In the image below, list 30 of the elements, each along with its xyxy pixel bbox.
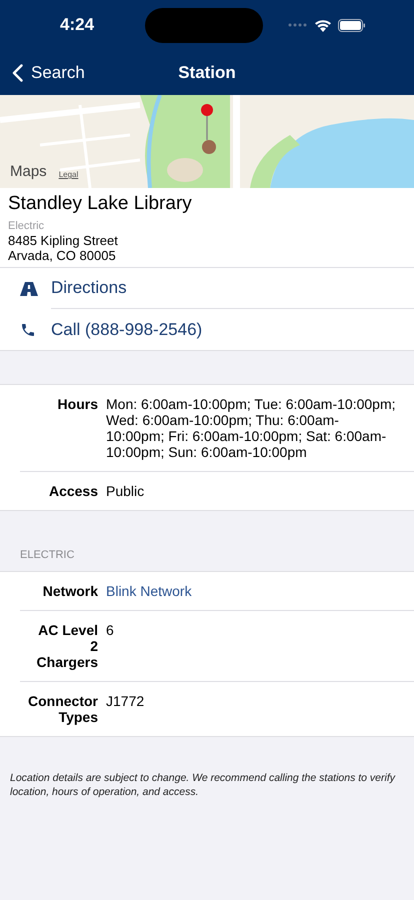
address-line: Arvada, CO 80005 [8, 248, 117, 263]
maps-logo: Maps [10, 164, 47, 180]
wifi-icon [314, 18, 332, 32]
back-button[interactable]: Search [12, 60, 85, 86]
detail-value: 6 [106, 622, 114, 640]
detail-label: AC Level 2 Chargers [36, 622, 98, 670]
map-view[interactable]: Maps Legal [0, 95, 414, 188]
battery-icon [338, 18, 366, 32]
legal-link[interactable]: Legal [58, 170, 78, 180]
address-line: 8485 Kipling Street [8, 233, 119, 248]
signal-icon [288, 23, 308, 27]
detail-label: Network [42, 582, 98, 598]
detail-label: Hours [56, 396, 98, 414]
phone-icon [20, 322, 36, 338]
detail-value: Mon: 6:00am-10:00pm; Tue: 6:00am-10:00pm; Wed: 6:00am-10:00pm; Thu: 6:00am-10:00pm; Fri: 6:00am-10:00pm; Sat: 6:00am-10:00pm; Sun: 6:00am-10:00pm [106, 396, 396, 460]
detail-label: Connector Types [28, 692, 98, 724]
station-name: Standley Lake Library [8, 192, 193, 216]
road-icon [20, 282, 38, 296]
chevron-left-icon [12, 64, 23, 82]
section-header: ELECTRIC [19, 548, 76, 563]
station-type: Electric [8, 219, 46, 233]
detail-value: Public [106, 483, 144, 499]
disclaimer-text: Location details are subject to change. We recommend calling the stations to verify location, hours of operation, and access. [10, 770, 396, 798]
detail-link[interactable]: Blink Network [106, 582, 192, 598]
detail-label: Access [48, 483, 98, 499]
action-row[interactable]: Call (888-998-2546) [0, 309, 414, 350]
page-title: Station [178, 62, 236, 84]
action-row[interactable]: Directions [0, 268, 414, 309]
detail-value: J1772 [106, 692, 144, 710]
status-time: 4:24 [60, 14, 94, 36]
